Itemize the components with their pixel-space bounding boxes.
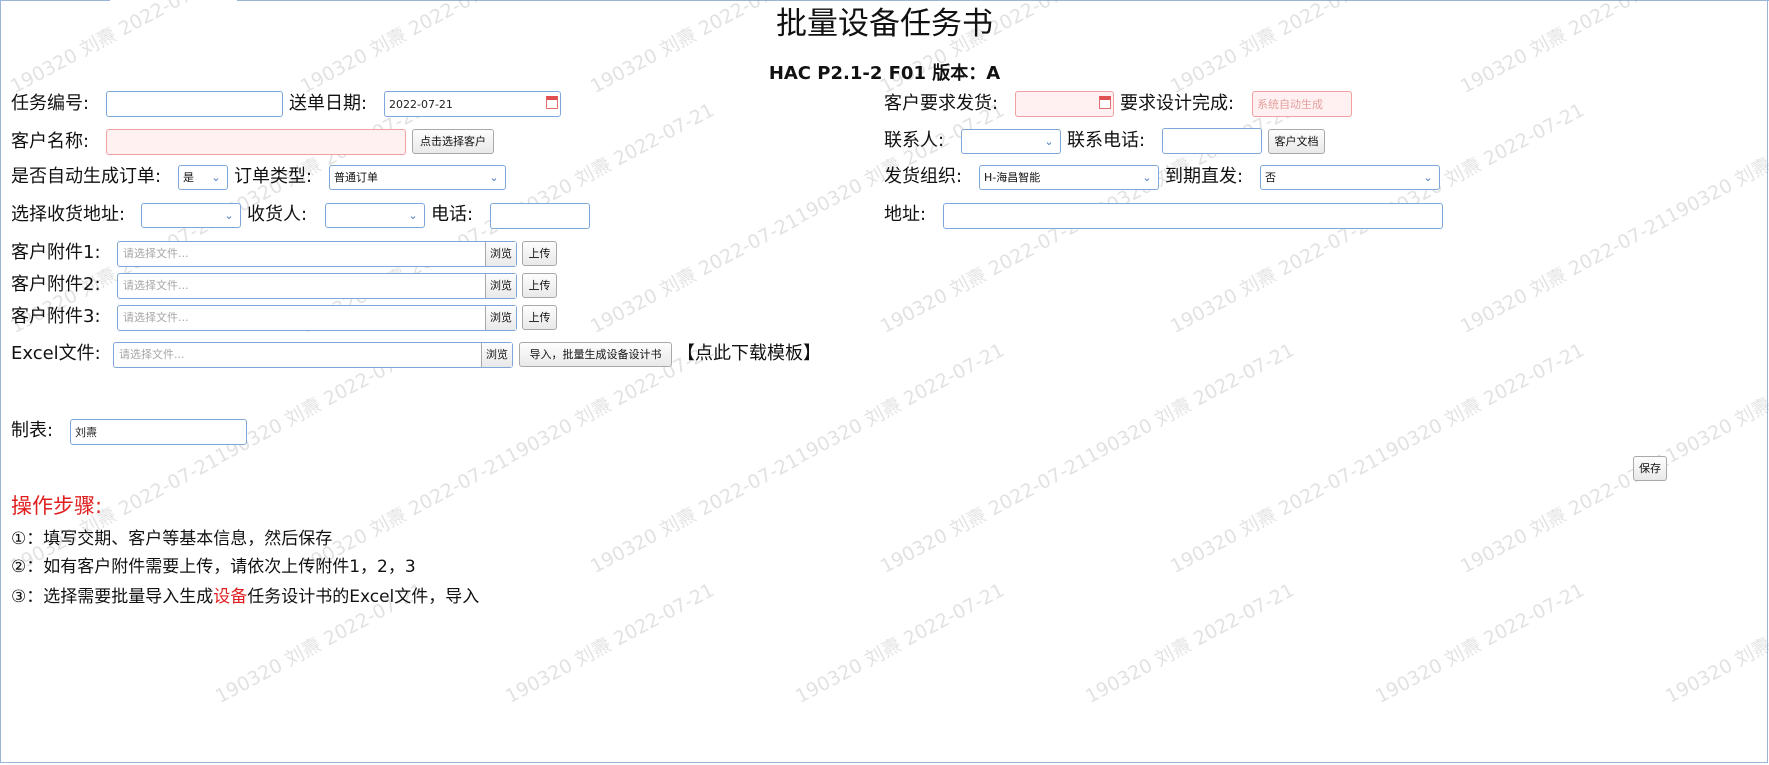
- excel-label: Excel文件:: [11, 343, 101, 364]
- page-title: 批量设备任务书: [776, 6, 993, 42]
- import-excel-button[interactable]: 导入，批量生成设备设计书: [519, 342, 672, 367]
- chevron-down-icon: ⌄: [1044, 135, 1054, 148]
- chevron-down-icon: ⌄: [408, 209, 418, 222]
- top-border: [0, 0, 1769, 1]
- contact-select[interactable]: ⌄: [961, 129, 1061, 154]
- steps-title: 操作步骤:: [11, 494, 103, 518]
- select-customer-button[interactable]: 点击选择客户: [412, 129, 494, 154]
- contact-phone-input[interactable]: [1162, 128, 1262, 154]
- attachment-3-browse-button[interactable]: 浏览: [485, 306, 516, 330]
- send-date-label: 送单日期:: [289, 93, 368, 114]
- order-type-label: 订单类型:: [234, 166, 313, 187]
- step-3-highlight: 设备: [213, 587, 248, 607]
- contact-label: 联系人:: [884, 130, 945, 151]
- maker-label: 制表:: [11, 420, 54, 441]
- save-button[interactable]: 保存: [1633, 456, 1667, 481]
- attachment-1-upload-button[interactable]: 上传: [522, 241, 557, 266]
- phone-input[interactable]: [490, 203, 590, 229]
- auto-order-select[interactable]: 是 ⌄: [178, 165, 228, 190]
- download-template-link[interactable]: 【点此下载模板】: [677, 341, 821, 367]
- step-3-suffix: 任务设计书的Excel文件，导入: [247, 587, 480, 607]
- chevron-down-icon: ⌄: [1142, 171, 1152, 184]
- attachment-2-placeholder: 请选择文件...: [123, 279, 189, 292]
- order-type-select[interactable]: 普通订单 ⌄: [329, 165, 506, 190]
- req-design-input[interactable]: [1252, 91, 1352, 117]
- select-address-label: 选择收货地址:: [11, 204, 126, 225]
- receiver-label: 收货人:: [247, 204, 308, 225]
- ship-org-select[interactable]: H-海昌智能 ⌄: [979, 165, 1159, 190]
- due-direct-select-value: 否: [1265, 171, 1276, 184]
- auto-order-label: 是否自动生成订单:: [11, 166, 162, 187]
- address-input[interactable]: [943, 203, 1443, 229]
- due-direct-select[interactable]: 否 ⌄: [1260, 165, 1440, 190]
- step-3: ③：选择需要批量导入生成设备任务设计书的Excel文件，导入: [11, 585, 479, 609]
- send-date-field[interactable]: [384, 91, 561, 117]
- phone-label: 电话:: [431, 204, 474, 225]
- chevron-down-icon: ⌄: [489, 171, 499, 184]
- receiver-select[interactable]: ⌄: [325, 203, 425, 228]
- address-label: 地址:: [884, 204, 927, 225]
- attachment-1-placeholder: 请选择文件...: [123, 247, 189, 260]
- send-date-input[interactable]: [384, 91, 561, 117]
- calendar-icon[interactable]: [1099, 96, 1111, 109]
- attachment-3-upload-button[interactable]: 上传: [522, 305, 557, 330]
- contact-phone-label: 联系电话:: [1067, 130, 1146, 151]
- select-address-select[interactable]: ⌄: [141, 203, 241, 228]
- attachment-2-label: 客户附件2:: [11, 274, 101, 295]
- attachment-1-browse-button[interactable]: 浏览: [485, 242, 516, 266]
- attachment-3-file[interactable]: 请选择文件... 浏览: [117, 305, 517, 331]
- req-design-label: 要求设计完成:: [1120, 93, 1235, 114]
- due-direct-label: 到期直发:: [1165, 166, 1244, 187]
- step-2: ②：如有客户附件需要上传，请依次上传附件1，2，3: [11, 557, 416, 577]
- task-no-input[interactable]: [106, 91, 283, 117]
- step-1: ①：填写交期、客户等基本信息，然后保存: [11, 529, 333, 549]
- chevron-down-icon: ⌄: [224, 209, 234, 222]
- chevron-down-icon: ⌄: [211, 171, 221, 184]
- calendar-icon[interactable]: [546, 96, 558, 109]
- attachment-2-upload-button[interactable]: 上传: [522, 273, 557, 298]
- customer-docs-button[interactable]: 客户文档: [1268, 129, 1325, 154]
- order-type-select-value: 普通订单: [334, 171, 378, 184]
- ship-org-label: 发货组织:: [884, 166, 963, 187]
- step-3-prefix: ③：选择需要批量导入生成: [11, 587, 214, 607]
- attachment-3-label: 客户附件3:: [11, 306, 101, 327]
- ship-org-select-value: H-海昌智能: [984, 171, 1041, 184]
- attachment-1-label: 客户附件1:: [11, 242, 101, 263]
- attachment-2-browse-button[interactable]: 浏览: [485, 274, 516, 298]
- chevron-down-icon: ⌄: [1423, 171, 1433, 184]
- top-border-gap: [110, 0, 237, 2]
- req-ship-label: 客户要求发货:: [884, 93, 999, 114]
- form-code: HAC P2.1-2 F01 版本：A: [768, 63, 1001, 84]
- excel-browse-button[interactable]: 浏览: [481, 343, 512, 367]
- attachment-2-file[interactable]: 请选择文件... 浏览: [117, 273, 517, 299]
- task-no-label: 任务编号:: [11, 93, 90, 114]
- excel-file[interactable]: 请选择文件... 浏览: [113, 342, 513, 368]
- customer-name-label: 客户名称:: [11, 131, 90, 152]
- auto-order-select-value: 是: [183, 171, 194, 184]
- attachment-3-placeholder: 请选择文件...: [123, 311, 189, 324]
- excel-placeholder: 请选择文件...: [119, 348, 185, 361]
- attachment-1-file[interactable]: 请选择文件... 浏览: [117, 241, 517, 267]
- req-ship-field[interactable]: [1015, 91, 1114, 117]
- customer-name-input[interactable]: [106, 129, 406, 155]
- maker-input[interactable]: [70, 419, 247, 445]
